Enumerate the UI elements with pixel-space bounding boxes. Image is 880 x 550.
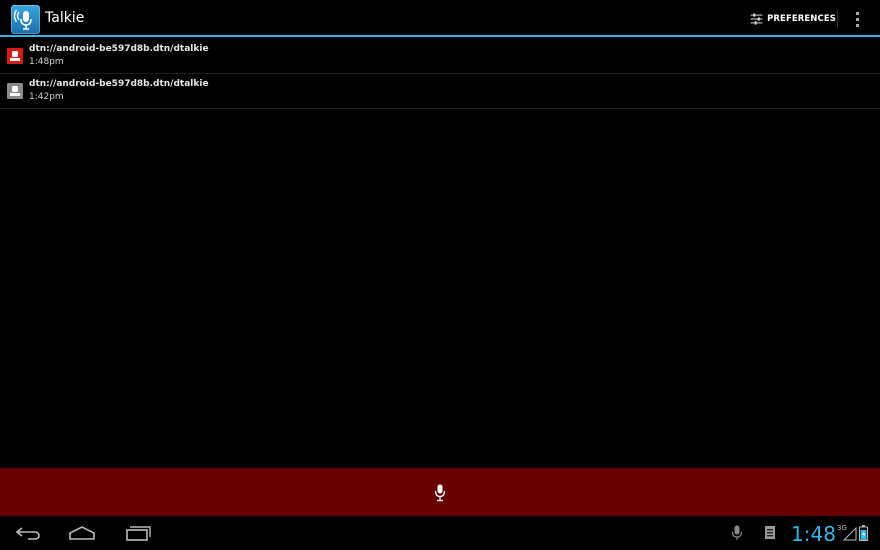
preferences-label: PREFERENCES: [767, 14, 836, 24]
message-time: 1:48pm: [29, 57, 64, 67]
overflow-menu-button[interactable]: [850, 8, 866, 30]
app-title: Talkie: [45, 10, 85, 26]
clock: 1:48: [791, 522, 836, 546]
notification-icon[interactable]: [762, 525, 778, 541]
microphone-icon: [731, 525, 743, 540]
sliders-icon: [750, 13, 763, 25]
message-source: dtn://android-be597d8b.dtn/dtalkie: [29, 79, 209, 89]
preferences-button[interactable]: PREFERENCES: [750, 6, 836, 32]
signal-icon: [843, 527, 857, 541]
recent-apps-icon[interactable]: [124, 525, 152, 541]
list-item[interactable]: dtn://android-be597d8b.dtn/dtalkie 1:42p…: [0, 74, 880, 109]
action-divider: [837, 10, 838, 28]
user-icon: [7, 48, 23, 64]
back-icon[interactable]: [14, 525, 42, 541]
action-bar: Talkie PREFERENCES: [0, 0, 880, 37]
talkie-app-icon[interactable]: [11, 5, 40, 34]
system-bar: 1:48 3G: [0, 516, 880, 550]
record-button[interactable]: [0, 468, 880, 516]
talkie-mic-icon: [13, 9, 32, 30]
battery-icon: [859, 525, 868, 541]
user-icon: [7, 83, 23, 99]
message-source: dtn://android-be597d8b.dtn/dtalkie: [29, 44, 209, 54]
message-time: 1:42pm: [29, 92, 64, 102]
microphone-icon: [434, 484, 446, 502]
list-item[interactable]: dtn://android-be597d8b.dtn/dtalkie 1:48p…: [0, 39, 880, 74]
message-list: dtn://android-be597d8b.dtn/dtalkie 1:48p…: [0, 39, 880, 109]
home-icon[interactable]: [68, 525, 96, 541]
